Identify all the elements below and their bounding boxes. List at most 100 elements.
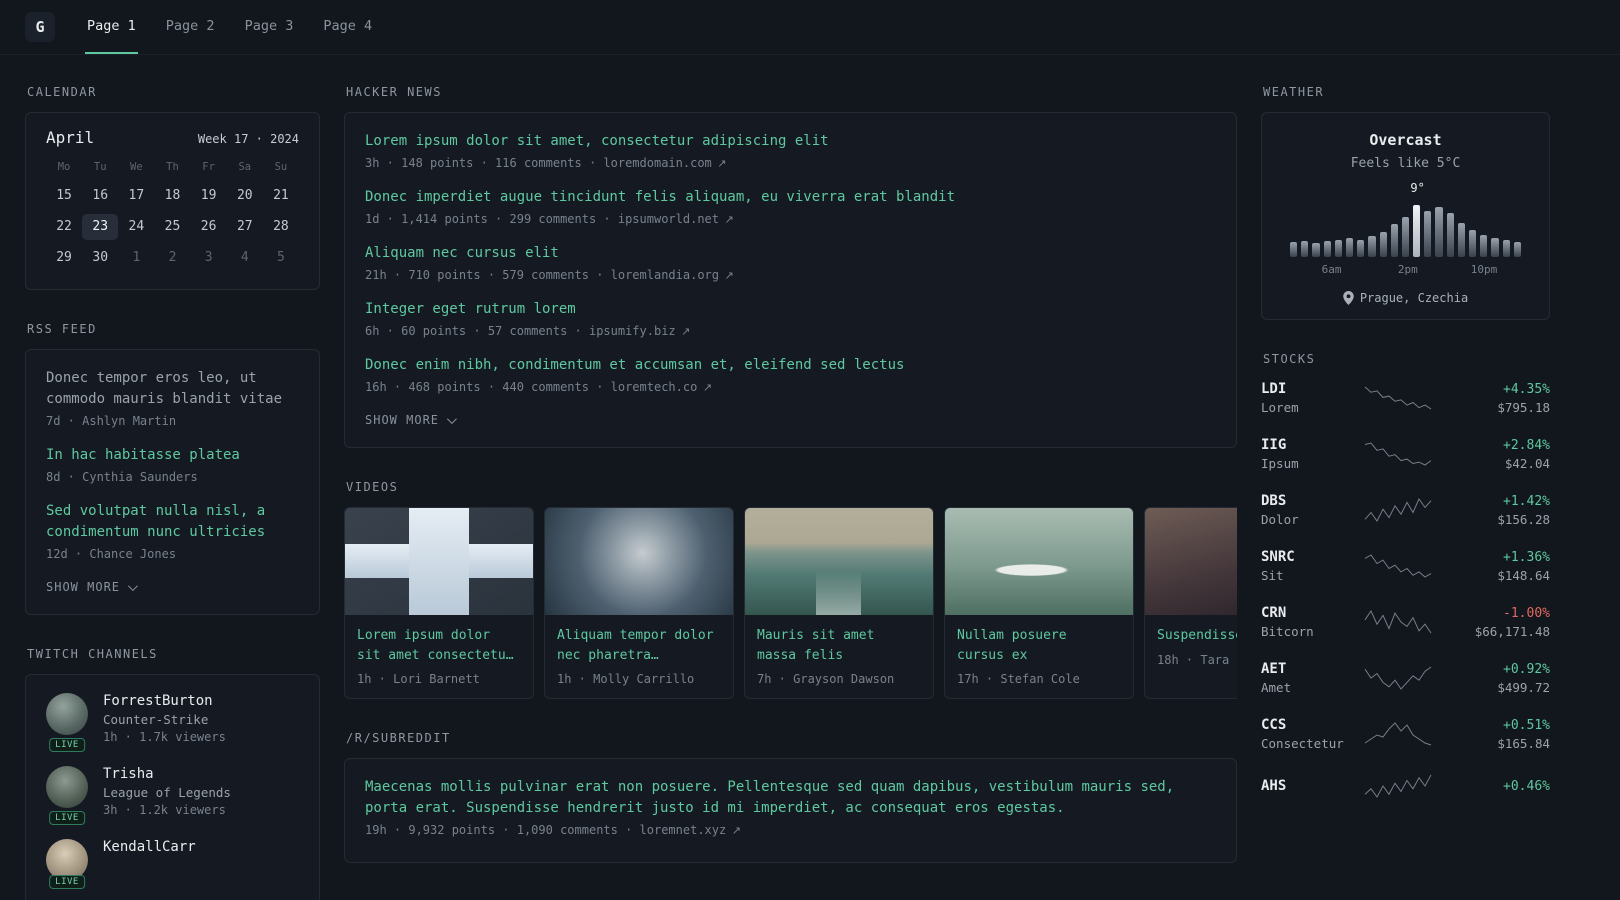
hackernews-show-more-button[interactable]: SHOW MORE bbox=[365, 413, 457, 427]
stock-sparkline-wrap bbox=[1345, 553, 1450, 579]
video-title[interactable]: Aliquam tempor dolor nec pharetra… bbox=[557, 626, 721, 665]
stock-row[interactable]: IIG Ipsum +2.84% $42.04 bbox=[1261, 437, 1550, 471]
calendar-day: 15 bbox=[56, 188, 72, 203]
video-title[interactable]: Suspendisse diam bbox=[1157, 626, 1237, 646]
middle-column: HACKER NEWS Lorem ipsum dolor sit amet, … bbox=[344, 85, 1237, 895]
hackernews-item-title[interactable]: Donec enim nibh, condimentum et accumsan… bbox=[365, 355, 1216, 376]
stock-name: Amet bbox=[1261, 680, 1292, 695]
hackernews-item-title[interactable]: Integer eget rutrum lorem bbox=[365, 299, 1216, 320]
calendar-section: CALENDAR April Week 17 · 2024 Mo Tu We Th Fr… bbox=[25, 85, 320, 290]
weather-bars bbox=[1290, 205, 1521, 257]
stock-sparkline bbox=[1364, 554, 1431, 578]
external-link-icon: ↗ bbox=[677, 325, 691, 338]
stock-row[interactable]: CCS Consectetur +0.51% $165.84 bbox=[1261, 717, 1550, 751]
stock-symbol: SNRC bbox=[1261, 549, 1295, 565]
video-card: Nullam posuere cursus ex 17h · Stefan Col… bbox=[944, 507, 1134, 699]
external-link-icon: ↗ bbox=[699, 381, 713, 394]
twitch-channel-name[interactable]: KendallCarr bbox=[103, 839, 196, 855]
videos-section-title: VIDEOS bbox=[346, 480, 399, 494]
weather-bar bbox=[1301, 241, 1309, 257]
weather-bar bbox=[1446, 212, 1454, 257]
stock-sparkline bbox=[1364, 722, 1431, 746]
stock-symbol: DBS bbox=[1261, 493, 1287, 509]
videos-section: VIDEOS Lorem ipsum dolor sit amet consec… bbox=[344, 480, 1237, 699]
tab-page-4[interactable]: Page 4 bbox=[321, 0, 374, 54]
video-thumbnail[interactable] bbox=[545, 508, 733, 615]
video-title[interactable]: Nullam posuere cursus ex bbox=[957, 626, 1121, 665]
twitch-channel-game: Counter-Strike bbox=[103, 712, 209, 727]
weather-bar bbox=[1345, 238, 1354, 257]
twitch-channel-meta: 1h · 1.7k viewers bbox=[103, 730, 226, 744]
video-thumbnail[interactable] bbox=[745, 508, 933, 615]
video-thumbnail[interactable] bbox=[1145, 508, 1237, 615]
stock-row[interactable]: LDI Lorem +4.35% $795.18 bbox=[1261, 381, 1550, 415]
stock-row[interactable]: CRN Bitcorn -1.00% $66,171.48 bbox=[1261, 605, 1550, 639]
hackernews-item-title[interactable]: Lorem ipsum dolor sit amet, consectetur … bbox=[365, 131, 1216, 152]
stock-price: $148.64 bbox=[1497, 567, 1550, 583]
hackernews-item-meta: 16h · 468 points · 440 comments · loremt… bbox=[365, 380, 713, 394]
twitch-channel-meta: 3h · 1.2k viewers bbox=[103, 803, 226, 817]
app-logo[interactable]: G bbox=[25, 12, 55, 42]
subreddit-widget: Maecenas mollis pulvinar erat non posuer… bbox=[344, 758, 1237, 863]
rss-section: RSS FEED Donec tempor eros leo, ut commo… bbox=[25, 322, 320, 615]
rss-item: Sed volutpat nulla nisl, a condimentum n… bbox=[46, 501, 299, 561]
stock-row[interactable]: AHS +0.46% bbox=[1261, 773, 1550, 799]
twitch-channel[interactable]: LIVE ForrestBurton Counter-Strike 1h · 1.7k… bbox=[46, 693, 299, 752]
stock-change: +4.35% bbox=[1503, 381, 1550, 397]
hackernews-item: Integer eget rutrum lorem 6h · 60 points … bbox=[365, 299, 1216, 338]
stock-price: $66,171.48 bbox=[1474, 623, 1550, 639]
stock-sparkline-wrap bbox=[1345, 773, 1450, 799]
weather-bar bbox=[1502, 240, 1510, 257]
twitch-channel[interactable]: LIVE Trisha League of Legends 3h · 1.2k vie… bbox=[46, 766, 299, 825]
stocks-section: STOCKS LDI Lorem +4.35% $795.18 IIG Ipsum +2.8… bbox=[1261, 352, 1550, 799]
twitch-channel-name[interactable]: ForrestBurton bbox=[103, 693, 226, 709]
hackernews-item-title[interactable]: Aliquam nec cursus elit bbox=[365, 243, 1216, 264]
calendar-dow-label: Fr bbox=[202, 161, 215, 173]
twitch-section-title: TWITCH CHANNELS bbox=[27, 647, 158, 661]
video-title[interactable]: Mauris sit amet massa felis bbox=[757, 626, 921, 665]
stock-symbol: CRN bbox=[1261, 605, 1287, 621]
video-thumbnail[interactable] bbox=[345, 508, 533, 615]
weather-bar bbox=[1334, 240, 1342, 257]
twitch-widget: LIVE ForrestBurton Counter-Strike 1h · 1.7k… bbox=[25, 674, 320, 900]
hackernews-item-meta: 6h · 60 points · 57 comments · ipsumify.… bbox=[365, 324, 691, 338]
calendar-dow-label: Mo bbox=[57, 161, 71, 173]
calendar-day: 20 bbox=[236, 188, 253, 203]
twitch-channel[interactable]: LIVE KendallCarr bbox=[46, 839, 299, 889]
stock-row[interactable]: DBS Dolor +1.42% $156.28 bbox=[1261, 493, 1550, 527]
rss-item-title[interactable]: In hac habitasse platea bbox=[46, 445, 299, 466]
stocks-list: LDI Lorem +4.35% $795.18 IIG Ipsum +2.84% $42.0… bbox=[1261, 379, 1550, 799]
hackernews-item-title[interactable]: Donec imperdiet augue tincidunt felis al… bbox=[365, 187, 1216, 208]
rss-item-meta: 7d · Ashlyn Martin bbox=[46, 414, 177, 428]
rss-show-more-button[interactable]: SHOW MORE bbox=[46, 580, 138, 594]
live-badge: LIVE bbox=[49, 738, 85, 752]
stock-row[interactable]: AET Amet +0.92% $499.72 bbox=[1261, 661, 1550, 695]
video-title[interactable]: Lorem ipsum dolor sit amet consectetu… bbox=[357, 626, 521, 665]
stock-name: Ipsum bbox=[1261, 456, 1299, 471]
stock-symbol: CCS bbox=[1261, 717, 1287, 733]
stock-symbol: AHS bbox=[1261, 778, 1287, 794]
calendar-day: 1 bbox=[132, 250, 141, 265]
video-thumbnail[interactable] bbox=[945, 508, 1133, 615]
hackernews-item: Lorem ipsum dolor sit amet, consectetur … bbox=[365, 131, 1216, 170]
subreddit-section-title: /R/SUBREDDIT bbox=[346, 731, 451, 745]
stock-row[interactable]: SNRC Sit +1.36% $148.64 bbox=[1261, 549, 1550, 583]
hackernews-item-meta: 1d · 1,414 points · 299 comments · ipsum… bbox=[365, 212, 734, 226]
calendar-grid: Mo Tu We Th Fr Sa Su 15 16 17 18 19 20 21 22 23 24 25 26 27… bbox=[46, 161, 299, 271]
stock-price: $165.84 bbox=[1497, 735, 1550, 751]
rss-item-title[interactable]: Sed volutpat nulla nisl, a condimentum n… bbox=[46, 501, 299, 543]
stock-sparkline bbox=[1364, 442, 1431, 466]
subreddit-item-title[interactable]: Maecenas mollis pulvinar erat non posuer… bbox=[365, 777, 1216, 819]
twitch-channel-name[interactable]: Trisha bbox=[103, 766, 231, 782]
rss-list: Donec tempor eros leo, ut commodo mauris… bbox=[46, 368, 299, 561]
tab-page-2[interactable]: Page 2 bbox=[164, 0, 217, 54]
video-meta: 1h · Lori Barnett bbox=[357, 672, 480, 686]
rss-item-title[interactable]: Donec tempor eros leo, ut commodo mauris… bbox=[46, 368, 299, 410]
external-link-icon: ↗ bbox=[721, 269, 734, 282]
rss-widget: Donec tempor eros leo, ut commodo mauris… bbox=[25, 349, 320, 615]
tab-page-3[interactable]: Page 3 bbox=[243, 0, 296, 54]
calendar-day: 28 bbox=[273, 219, 289, 234]
calendar-dow-label: Tu bbox=[93, 161, 107, 173]
tab-page-1[interactable]: Page 1 bbox=[85, 0, 138, 54]
weather-time-axis: 6am 2pm 10pm bbox=[1290, 263, 1521, 279]
